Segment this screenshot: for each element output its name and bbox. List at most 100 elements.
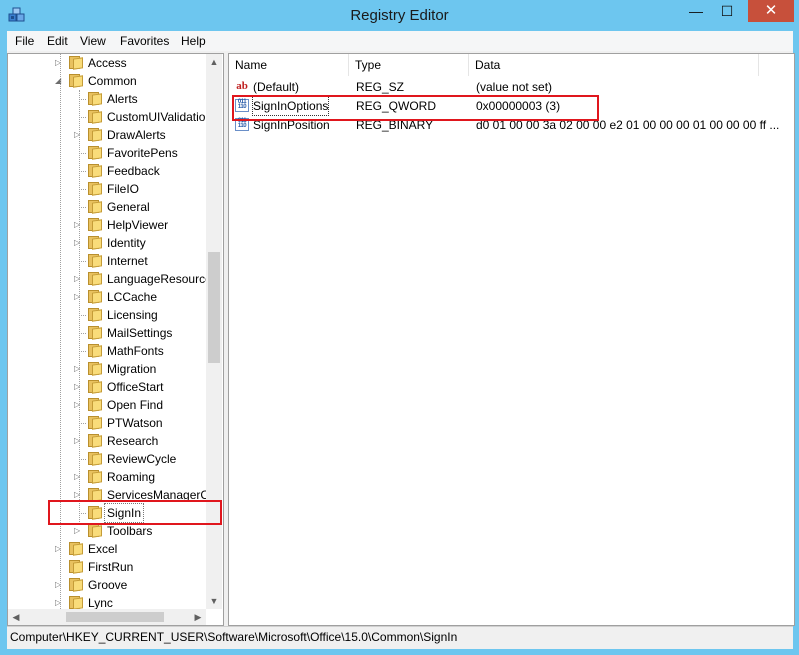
tree-vertical-scroll-thumb[interactable] bbox=[208, 252, 220, 363]
tree-item[interactable]: ▷ Roaming bbox=[8, 468, 206, 486]
tree-connector bbox=[79, 189, 86, 190]
tree-item[interactable]: Feedback bbox=[8, 162, 206, 180]
menu-file[interactable]: File bbox=[15, 34, 34, 48]
expand-arrow-icon[interactable]: ▷ bbox=[74, 234, 82, 252]
tree-item[interactable]: ▷ OfficeStart bbox=[8, 378, 206, 396]
expand-arrow-icon[interactable]: ▷ bbox=[74, 396, 82, 414]
column-header-name[interactable]: Name bbox=[229, 54, 349, 76]
folder-icon bbox=[87, 254, 102, 268]
tree-item[interactable]: ▷ LanguageResource bbox=[8, 270, 212, 288]
tree-item[interactable]: SignIn bbox=[8, 503, 206, 523]
expand-arrow-icon[interactable]: ▷ bbox=[74, 468, 82, 486]
folder-icon bbox=[87, 344, 102, 358]
expand-arrow-icon[interactable]: ▷ bbox=[55, 540, 63, 558]
tree-horizontal-scrollbar[interactable]: ◀ ▶ bbox=[8, 609, 206, 625]
values-list-pane[interactable]: Name Type Data ab (Default) REG_SZ (value n… bbox=[228, 53, 795, 626]
tree-item[interactable]: FavoritePens bbox=[8, 144, 206, 162]
tree-item[interactable]: ▷ Migration bbox=[8, 360, 206, 378]
expand-arrow-icon[interactable]: ▷ bbox=[74, 432, 82, 450]
menu-edit[interactable]: Edit bbox=[47, 34, 68, 48]
tree-item[interactable]: ▷ Research bbox=[8, 432, 206, 450]
expand-arrow-icon[interactable]: ▷ bbox=[74, 288, 82, 306]
menu-help[interactable]: Help bbox=[181, 34, 206, 48]
tree-item[interactable]: FirstRun bbox=[8, 558, 206, 576]
tree-item[interactable]: MathFonts bbox=[8, 342, 206, 360]
folder-icon bbox=[68, 596, 83, 610]
expand-arrow-icon[interactable]: ▷ bbox=[74, 522, 82, 540]
expand-arrow-icon[interactable]: ▷ bbox=[74, 486, 82, 504]
tree-item[interactable]: ▷ ServicesManagerC bbox=[8, 486, 210, 504]
tree-item[interactable]: ▷ Identity bbox=[8, 234, 206, 252]
tree-item-label: ServicesManagerC bbox=[107, 488, 210, 502]
maximize-button[interactable]: ☐ bbox=[712, 0, 742, 22]
value-row[interactable]: 011 110 SignInPosition REG_BINARY d0 01 00 … bbox=[229, 116, 794, 134]
tree-item[interactable]: ▷ Toolbars bbox=[8, 522, 206, 540]
scroll-left-arrow-icon[interactable]: ◀ bbox=[8, 609, 24, 625]
tree-vertical-scrollbar[interactable]: ▲ ▼ bbox=[206, 54, 222, 609]
menu-view[interactable]: View bbox=[80, 34, 106, 48]
folder-icon bbox=[87, 164, 102, 178]
tree-item[interactable]: Alerts bbox=[8, 90, 206, 108]
tree-item[interactable]: ▷ Groove bbox=[8, 576, 206, 594]
folder-icon-front bbox=[73, 543, 83, 556]
expand-arrow-icon[interactable]: ▷ bbox=[55, 54, 63, 72]
folder-icon bbox=[87, 452, 102, 466]
tree-item[interactable]: ReviewCycle bbox=[8, 450, 206, 468]
title-bar[interactable]: Registry Editor — ☐ ✕ bbox=[0, 0, 799, 30]
column-header-data[interactable]: Data bbox=[469, 54, 759, 76]
expand-arrow-icon[interactable]: ▷ bbox=[74, 216, 82, 234]
value-name: SignInPosition bbox=[253, 118, 330, 132]
folder-icon-front bbox=[73, 75, 83, 88]
folder-icon bbox=[68, 56, 83, 70]
scroll-down-arrow-icon[interactable]: ▼ bbox=[206, 593, 222, 609]
tree-item[interactable]: ▷ Open Find bbox=[8, 396, 206, 414]
value-row[interactable]: 011 110 SignInOptions REG_QWORD 0x00000003 … bbox=[229, 96, 794, 116]
tree-item-label: General bbox=[107, 200, 150, 214]
tree-item-label: MathFonts bbox=[107, 344, 164, 358]
tree-connector bbox=[79, 99, 86, 100]
tree-item[interactable]: PTWatson bbox=[8, 414, 206, 432]
menu-favorites[interactable]: Favorites bbox=[120, 34, 169, 48]
string-value-icon: ab bbox=[236, 80, 248, 92]
tree-item[interactable]: ▷ Excel bbox=[8, 540, 206, 558]
folder-icon-front bbox=[92, 219, 102, 232]
expand-arrow-icon[interactable]: ▷ bbox=[74, 378, 82, 396]
scroll-up-arrow-icon[interactable]: ▲ bbox=[206, 54, 222, 70]
folder-icon-front bbox=[73, 597, 83, 610]
expand-arrow-icon[interactable]: ▷ bbox=[55, 576, 63, 594]
tree-item[interactable]: ▷ HelpViewer bbox=[8, 216, 206, 234]
minimize-button[interactable]: — bbox=[681, 0, 711, 22]
scroll-right-arrow-icon[interactable]: ▶ bbox=[190, 609, 206, 625]
tree-item[interactable]: ▷ DrawAlerts bbox=[8, 126, 206, 144]
tree-connector-line bbox=[60, 54, 61, 609]
tree-connector bbox=[79, 171, 86, 172]
tree-connector bbox=[79, 315, 86, 316]
binary-value-icon: 011 110 bbox=[235, 99, 249, 112]
value-data: (value not set) bbox=[476, 80, 553, 94]
tree-item[interactable]: MailSettings bbox=[8, 324, 206, 342]
folder-icon bbox=[87, 128, 102, 142]
key-tree-pane[interactable]: ▷ Access ◢ Common Alerts CustomUIValidatio ▷ Dr… bbox=[7, 53, 224, 626]
tree-item[interactable]: ▷ LCCache bbox=[8, 288, 206, 306]
close-button[interactable]: ✕ bbox=[748, 0, 794, 22]
expand-arrow-icon[interactable]: ▷ bbox=[74, 360, 82, 378]
expand-arrow-icon[interactable]: ▷ bbox=[74, 270, 82, 288]
tree-item[interactable]: ▷ Access bbox=[8, 54, 206, 72]
tree-item[interactable]: ◢ Common bbox=[8, 72, 206, 90]
folder-icon-front bbox=[92, 381, 102, 394]
collapse-arrow-icon[interactable]: ◢ bbox=[55, 72, 63, 90]
column-header-type[interactable]: Type bbox=[349, 54, 469, 76]
tree-item[interactable]: CustomUIValidatio bbox=[8, 108, 206, 126]
expand-arrow-icon[interactable]: ▷ bbox=[74, 126, 82, 144]
folder-icon-front bbox=[92, 327, 102, 340]
folder-icon bbox=[87, 218, 102, 232]
tree-item-label: Licensing bbox=[107, 308, 158, 322]
tree-item[interactable]: Licensing bbox=[8, 306, 206, 324]
tree-item-label: Alerts bbox=[107, 92, 138, 106]
tree-item[interactable]: General bbox=[8, 198, 206, 216]
folder-icon bbox=[87, 200, 102, 214]
tree-item[interactable]: FileIO bbox=[8, 180, 206, 198]
tree-item[interactable]: Internet bbox=[8, 252, 206, 270]
value-row[interactable]: ab (Default) REG_SZ (value not set) bbox=[229, 78, 794, 96]
tree-horizontal-scroll-thumb[interactable] bbox=[66, 612, 164, 622]
